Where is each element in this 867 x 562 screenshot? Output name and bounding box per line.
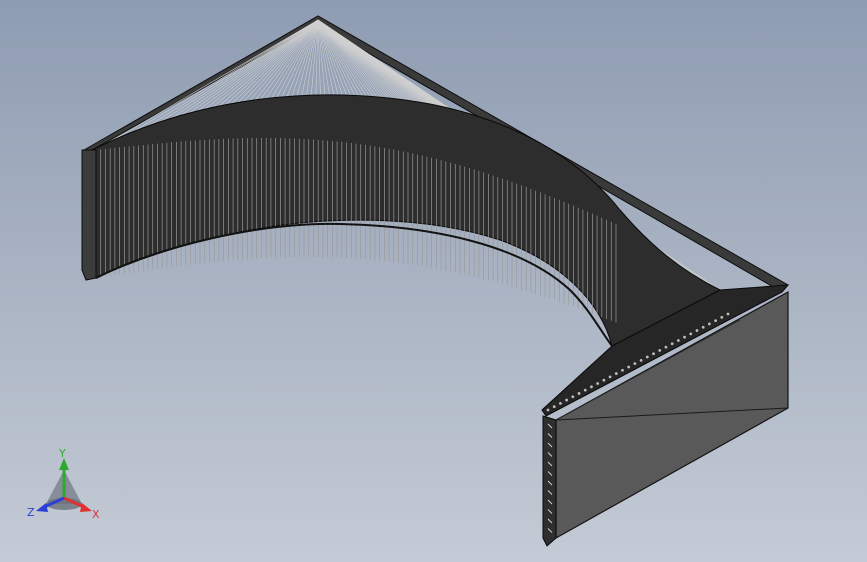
lip-dot <box>645 355 649 359</box>
left-end-cap <box>81 149 97 281</box>
y-axis-label: Y <box>58 447 66 460</box>
lip-dot <box>689 332 693 336</box>
lip-dot <box>577 392 581 395</box>
view-triad[interactable]: Y X Z <box>26 446 106 522</box>
lip-dot <box>583 388 587 392</box>
x-axis-label: X <box>92 508 100 521</box>
lip-dot <box>714 319 717 323</box>
z-axis-label: Z <box>27 506 35 519</box>
lip-dot <box>614 372 618 375</box>
lip-dot <box>633 362 637 366</box>
lip-dot <box>695 329 699 332</box>
lip-dot <box>571 395 575 399</box>
graphics-viewport[interactable]: Y X Z <box>0 0 867 562</box>
lip-dot <box>608 375 612 379</box>
lip-dot <box>602 378 606 382</box>
lip-dot <box>627 365 631 369</box>
lip-dot <box>670 342 674 346</box>
3d-model[interactable] <box>0 0 867 562</box>
lip-dot <box>664 345 668 349</box>
x-axis-arrow-icon <box>80 503 92 512</box>
lip-dot <box>596 382 600 385</box>
curved-wall-face <box>91 94 722 347</box>
z-axis-arrow-icon <box>36 503 48 512</box>
lip-dot <box>720 315 724 319</box>
lip-dot <box>552 405 556 409</box>
lip-dot <box>590 385 593 389</box>
lip-dot <box>701 325 705 329</box>
lip-dot <box>652 352 655 356</box>
lip-dot <box>546 408 550 412</box>
lip-dot <box>559 401 562 405</box>
lip-dot <box>676 339 680 342</box>
lip-dot <box>639 358 643 362</box>
lip-dot <box>707 322 711 326</box>
lip-dot <box>683 335 686 339</box>
lip-dot <box>726 312 730 316</box>
lip-dot <box>621 368 624 372</box>
lip-dot <box>658 349 662 352</box>
lip-dot <box>565 398 569 402</box>
